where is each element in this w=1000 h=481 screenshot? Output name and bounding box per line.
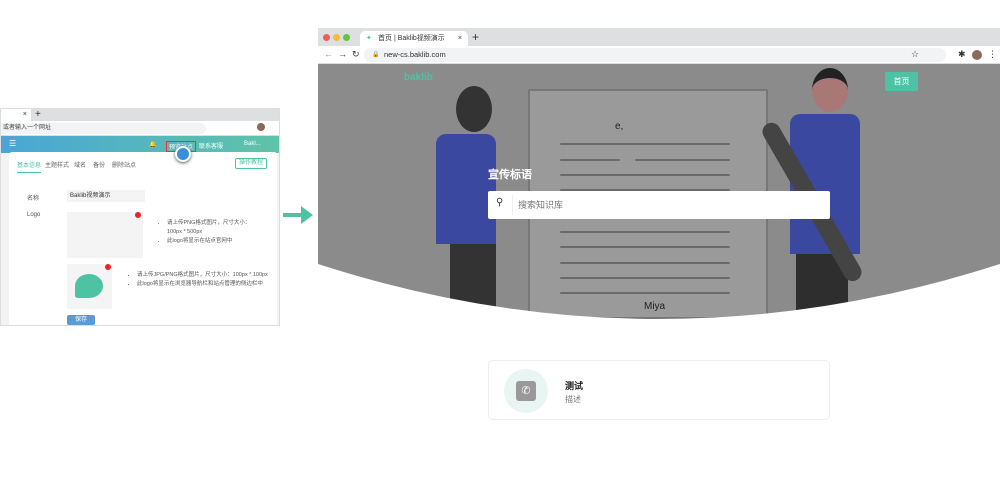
site-screenshot: ✦ 首页 | Baklib视频演示 × + ← → ↻ 🔒 new-cs.bakl… xyxy=(318,28,1000,425)
avatar[interactable] xyxy=(972,50,982,60)
site-logo[interactable]: baklib xyxy=(404,72,433,83)
hero-banner: e, baklib 首页 宣传标语 ⚲ Miya xyxy=(318,64,1000,324)
close-icon[interactable]: × xyxy=(23,111,27,118)
tab-delete-site[interactable]: 删除站点 xyxy=(112,160,136,169)
user-menu[interactable]: Bakl... xyxy=(244,141,261,147)
contact-support-button[interactable]: 联系客服 xyxy=(199,141,223,150)
new-tab-icon[interactable]: + xyxy=(472,30,479,44)
save-button[interactable]: 保存 xyxy=(67,315,95,325)
man-head xyxy=(812,68,848,112)
name-input[interactable]: Baklib视频演示 xyxy=(67,190,145,202)
avatar[interactable] xyxy=(257,123,265,131)
help-button[interactable]: 操作教程 xyxy=(235,158,267,169)
search-icon: ⚲ xyxy=(496,197,504,208)
address-bar: ← → ↻ 🔒 new-cs.baklib.com ☆ ✱ ⋮ xyxy=(318,46,1000,64)
phone-icon: ✆ xyxy=(516,381,536,401)
browser-tab[interactable]: ✦ 首页 | Baklib视频演示 × xyxy=(360,31,468,46)
cursor-highlight xyxy=(175,146,191,162)
admin-header: ☰ 🔔 预览站点 联系客服 Bakl... xyxy=(1,136,279,153)
category-card[interactable]: ✆ 测试 描述 xyxy=(488,360,830,420)
card-title: 测试 xyxy=(565,381,584,391)
woman-head xyxy=(456,86,492,132)
nav-home-button[interactable]: 首页 xyxy=(885,72,918,91)
address-bar: 或者输入一个网址 xyxy=(1,121,279,136)
back-icon[interactable]: ← xyxy=(324,49,333,59)
logo-upload[interactable] xyxy=(67,212,143,258)
more-icon[interactable]: ⋮ xyxy=(988,49,997,60)
favicon-upload[interactable] xyxy=(67,264,112,309)
extensions-icon[interactable]: ✱ xyxy=(958,49,966,60)
new-tab-icon[interactable]: + xyxy=(35,109,41,121)
favicon-tip: 请上传JPG/PNG格式图片，尺寸大小：100px * 100px xyxy=(137,271,269,280)
tab-domain[interactable]: 域名 xyxy=(74,160,86,169)
favicon-tip: 此logo将显示在浏览器导航栏和站点管理的侧边栏中 xyxy=(137,280,269,289)
browser-tab[interactable]: × xyxy=(1,109,31,121)
star-icon[interactable]: ☆ xyxy=(911,49,919,60)
remove-logo-icon[interactable] xyxy=(135,212,141,218)
tab-basic-info[interactable]: 基本信息 xyxy=(17,160,42,173)
lock-icon: 🔒 xyxy=(372,52,380,58)
maximize-window-button[interactable] xyxy=(343,34,350,41)
logo-tip: 此logo将显示在站点官网中 xyxy=(167,237,254,246)
bird-favicon-icon: ✦ xyxy=(366,35,372,42)
settings-card: 基本信息 主题样式 域名 备份 删除站点 操作教程 名称 Baklib视频演示 … xyxy=(9,152,277,325)
logo-label: Logo xyxy=(27,212,41,218)
tab-bar: ✦ 首页 | Baklib视频演示 × + xyxy=(318,28,1000,46)
logo-tip: 请上传PNG格式图片，尺寸大小：100px * 500px xyxy=(167,219,254,237)
menu-icon[interactable]: ☰ xyxy=(9,139,16,148)
forward-icon[interactable]: → xyxy=(338,49,347,59)
url-input[interactable]: 🔒 new-cs.baklib.com xyxy=(364,48,946,62)
close-tab-icon[interactable]: × xyxy=(458,31,462,46)
illustration-signature: Miya xyxy=(644,301,666,312)
woman-illustration xyxy=(436,134,496,244)
url-input[interactable]: 或者输入一个网址 xyxy=(1,123,206,134)
slogan: 宣传标语 xyxy=(488,169,532,181)
close-window-button[interactable] xyxy=(323,34,330,41)
card-description: 描述 xyxy=(565,395,581,404)
tab-bar: × + xyxy=(1,109,279,121)
parrot-logo-icon xyxy=(75,274,103,298)
tab-title: 首页 | Baklib视频演示 xyxy=(378,35,445,42)
card-icon-bg: ✆ xyxy=(504,369,548,413)
arrow-right-icon xyxy=(283,206,313,224)
name-label: 名称 xyxy=(27,196,40,202)
search-box[interactable]: ⚲ xyxy=(488,191,830,219)
tab-backup[interactable]: 备份 xyxy=(93,160,105,169)
hero-curve xyxy=(318,264,1000,324)
tab-theme[interactable]: 主题样式 xyxy=(45,160,69,169)
admin-screenshot: × + 或者输入一个网址 ☰ 🔔 预览站点 联系客服 Bakl... 基本信息 … xyxy=(0,108,280,326)
search-input[interactable] xyxy=(518,195,818,215)
remove-favicon-icon[interactable] xyxy=(105,264,111,270)
reload-icon[interactable]: ↻ xyxy=(352,49,360,60)
minimize-window-button[interactable] xyxy=(333,34,340,41)
bell-icon[interactable]: 🔔 xyxy=(149,141,156,148)
